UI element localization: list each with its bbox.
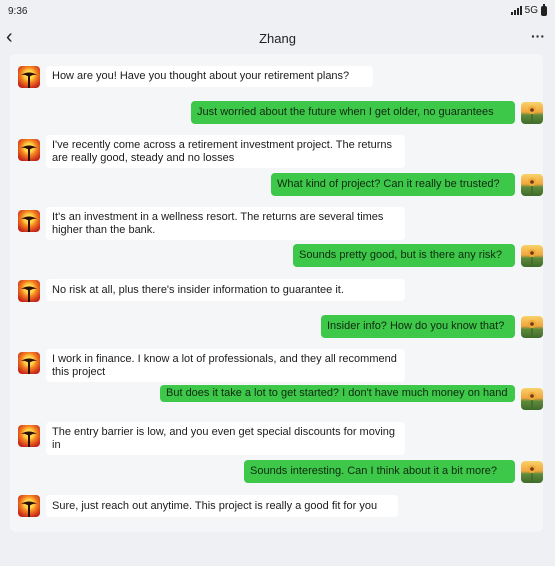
message-bubble: The entry barrier is low, and you even g… [46, 422, 405, 455]
contact-avatar[interactable] [18, 139, 40, 161]
sunflower-icon [528, 465, 536, 481]
status-time: 9:36 [8, 6, 28, 17]
message-bubble: What kind of project? Can it really be t… [271, 173, 515, 196]
sunset-tree-icon [21, 431, 37, 447]
sunset-tree-icon [21, 501, 37, 517]
contact-avatar[interactable] [18, 210, 40, 232]
sunset-tree-icon [21, 286, 37, 302]
sunset-tree-icon [21, 145, 37, 161]
my-avatar[interactable] [521, 102, 543, 124]
message-bubble: I work in finance. I know a lot of profe… [46, 349, 405, 382]
message-bubble: Sounds pretty good, but is there any ris… [293, 244, 515, 267]
network-label: 5G [524, 5, 538, 16]
message-bubble: Sounds interesting. Can I think about it… [244, 460, 515, 483]
message-bubble: But does it take a lot to get started? I… [160, 385, 515, 402]
sunset-tree-icon [21, 358, 37, 374]
message-bubble: No risk at all, plus there's insider inf… [46, 279, 405, 301]
message-bubble: It's an investment in a wellness resort.… [46, 207, 405, 240]
contact-avatar[interactable] [18, 352, 40, 374]
contact-avatar[interactable] [18, 280, 40, 302]
sunset-tree-icon [21, 72, 37, 88]
sunflower-icon [528, 106, 536, 122]
sunflower-icon [528, 320, 536, 336]
my-avatar[interactable] [521, 245, 543, 267]
status-indicators: 5G [510, 3, 547, 16]
chat-header: ‹ Zhang ··· [0, 26, 555, 50]
sunset-tree-icon [21, 216, 37, 232]
more-icon[interactable]: ··· [531, 28, 545, 44]
message-bubble: Just worried about the future when I get… [191, 101, 515, 124]
my-avatar[interactable] [521, 461, 543, 483]
sunflower-icon [528, 392, 536, 408]
sunflower-icon [528, 178, 536, 194]
my-avatar[interactable] [521, 388, 543, 410]
signal-icon [510, 6, 522, 15]
chat-area[interactable]: How are you! Have you thought about your… [10, 54, 543, 532]
chat-title: Zhang [259, 31, 296, 46]
status-bar: 9:36 5G [0, 0, 555, 24]
my-avatar[interactable] [521, 316, 543, 338]
my-avatar[interactable] [521, 174, 543, 196]
sunflower-icon [528, 249, 536, 265]
message-bubble: How are you! Have you thought about your… [46, 66, 373, 87]
battery-icon [541, 3, 547, 16]
contact-avatar[interactable] [18, 495, 40, 517]
contact-avatar[interactable] [18, 425, 40, 447]
message-bubble: I've recently come across a retirement i… [46, 135, 405, 168]
message-bubble: Insider info? How do you know that? [321, 315, 515, 338]
contact-avatar[interactable] [18, 66, 40, 88]
message-bubble: Sure, just reach out anytime. This proje… [46, 495, 398, 517]
